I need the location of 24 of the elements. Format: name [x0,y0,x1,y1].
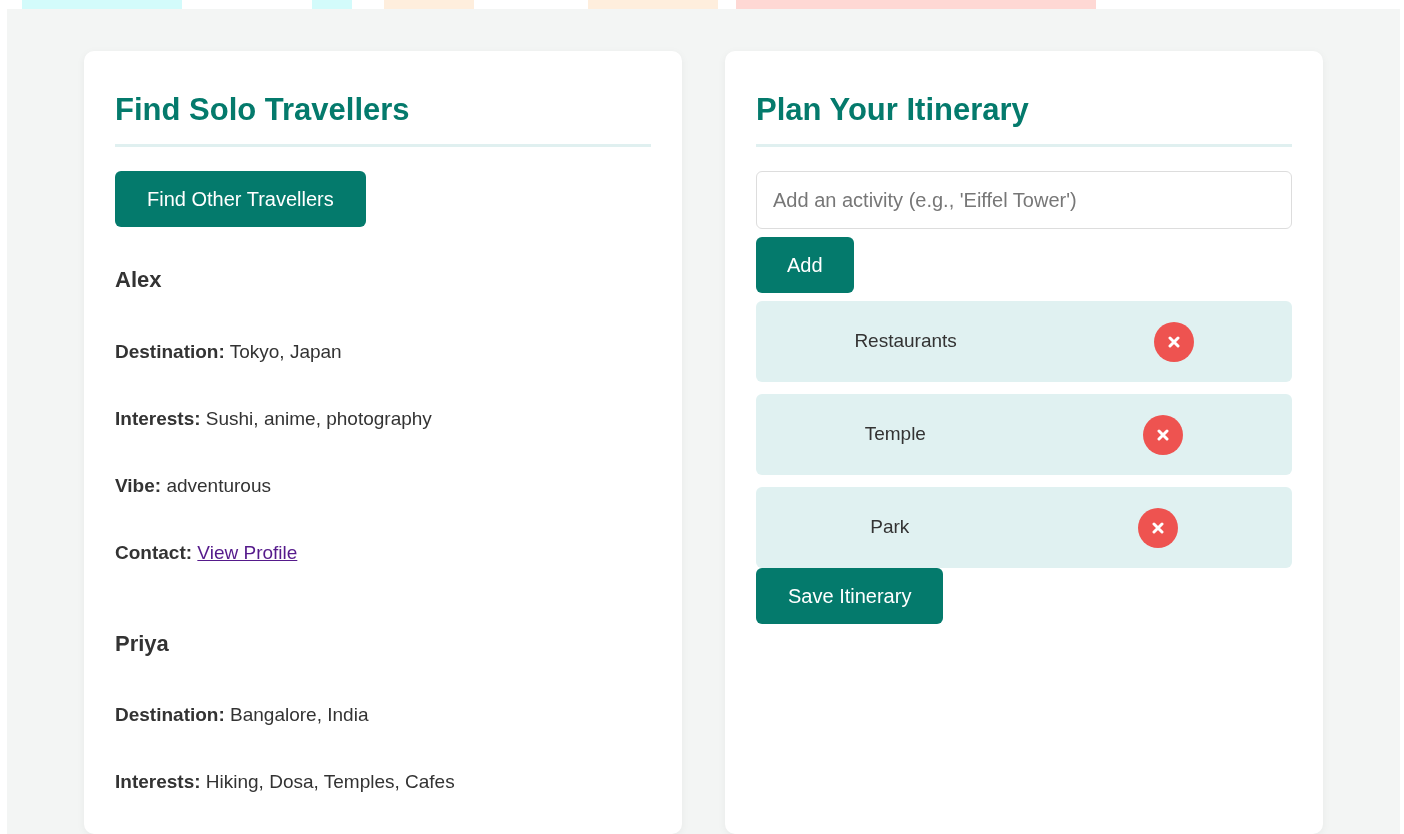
traveller-name: Priya [115,630,170,657]
traveller-detail: Interests: Sushi, anime, photography [115,406,433,431]
traveller-name: Alex [115,267,163,294]
close-icon [1157,428,1170,441]
save-itinerary-button[interactable]: Save Itinerary [756,568,944,625]
delete-button[interactable] [1143,414,1184,455]
activity-input-field[interactable]: Add an activity (e.g., 'Eiffel Tower') [756,171,1292,230]
panel-title: Plan Your Itinerary [756,91,1292,148]
traveller-detail: Destination: Tokyo, Japan [115,339,343,364]
delete-button[interactable] [1137,507,1178,548]
add-button[interactable]: Add [756,237,854,294]
close-icon [1167,335,1180,348]
traveller-detail: Destination: Bangalore, India [115,702,370,727]
delete-button[interactable] [1153,321,1194,362]
activity-name: Temple [864,422,926,447]
panel-title: Find Solo Travellers [115,91,651,148]
find-travellers-button[interactable]: Find Other Travellers [115,171,366,228]
traveller-detail: Interests: Hiking, Dosa, Temples, Cafes [115,769,456,794]
traveller-detail: Contact: View Profile [115,540,299,565]
activity-name: Restaurants [854,329,957,354]
close-icon [1151,521,1164,534]
activity-name: Park [870,515,910,540]
traveller-detail: Vibe: adventurous [115,473,272,498]
profile-link[interactable]: View Profile [197,541,298,563]
